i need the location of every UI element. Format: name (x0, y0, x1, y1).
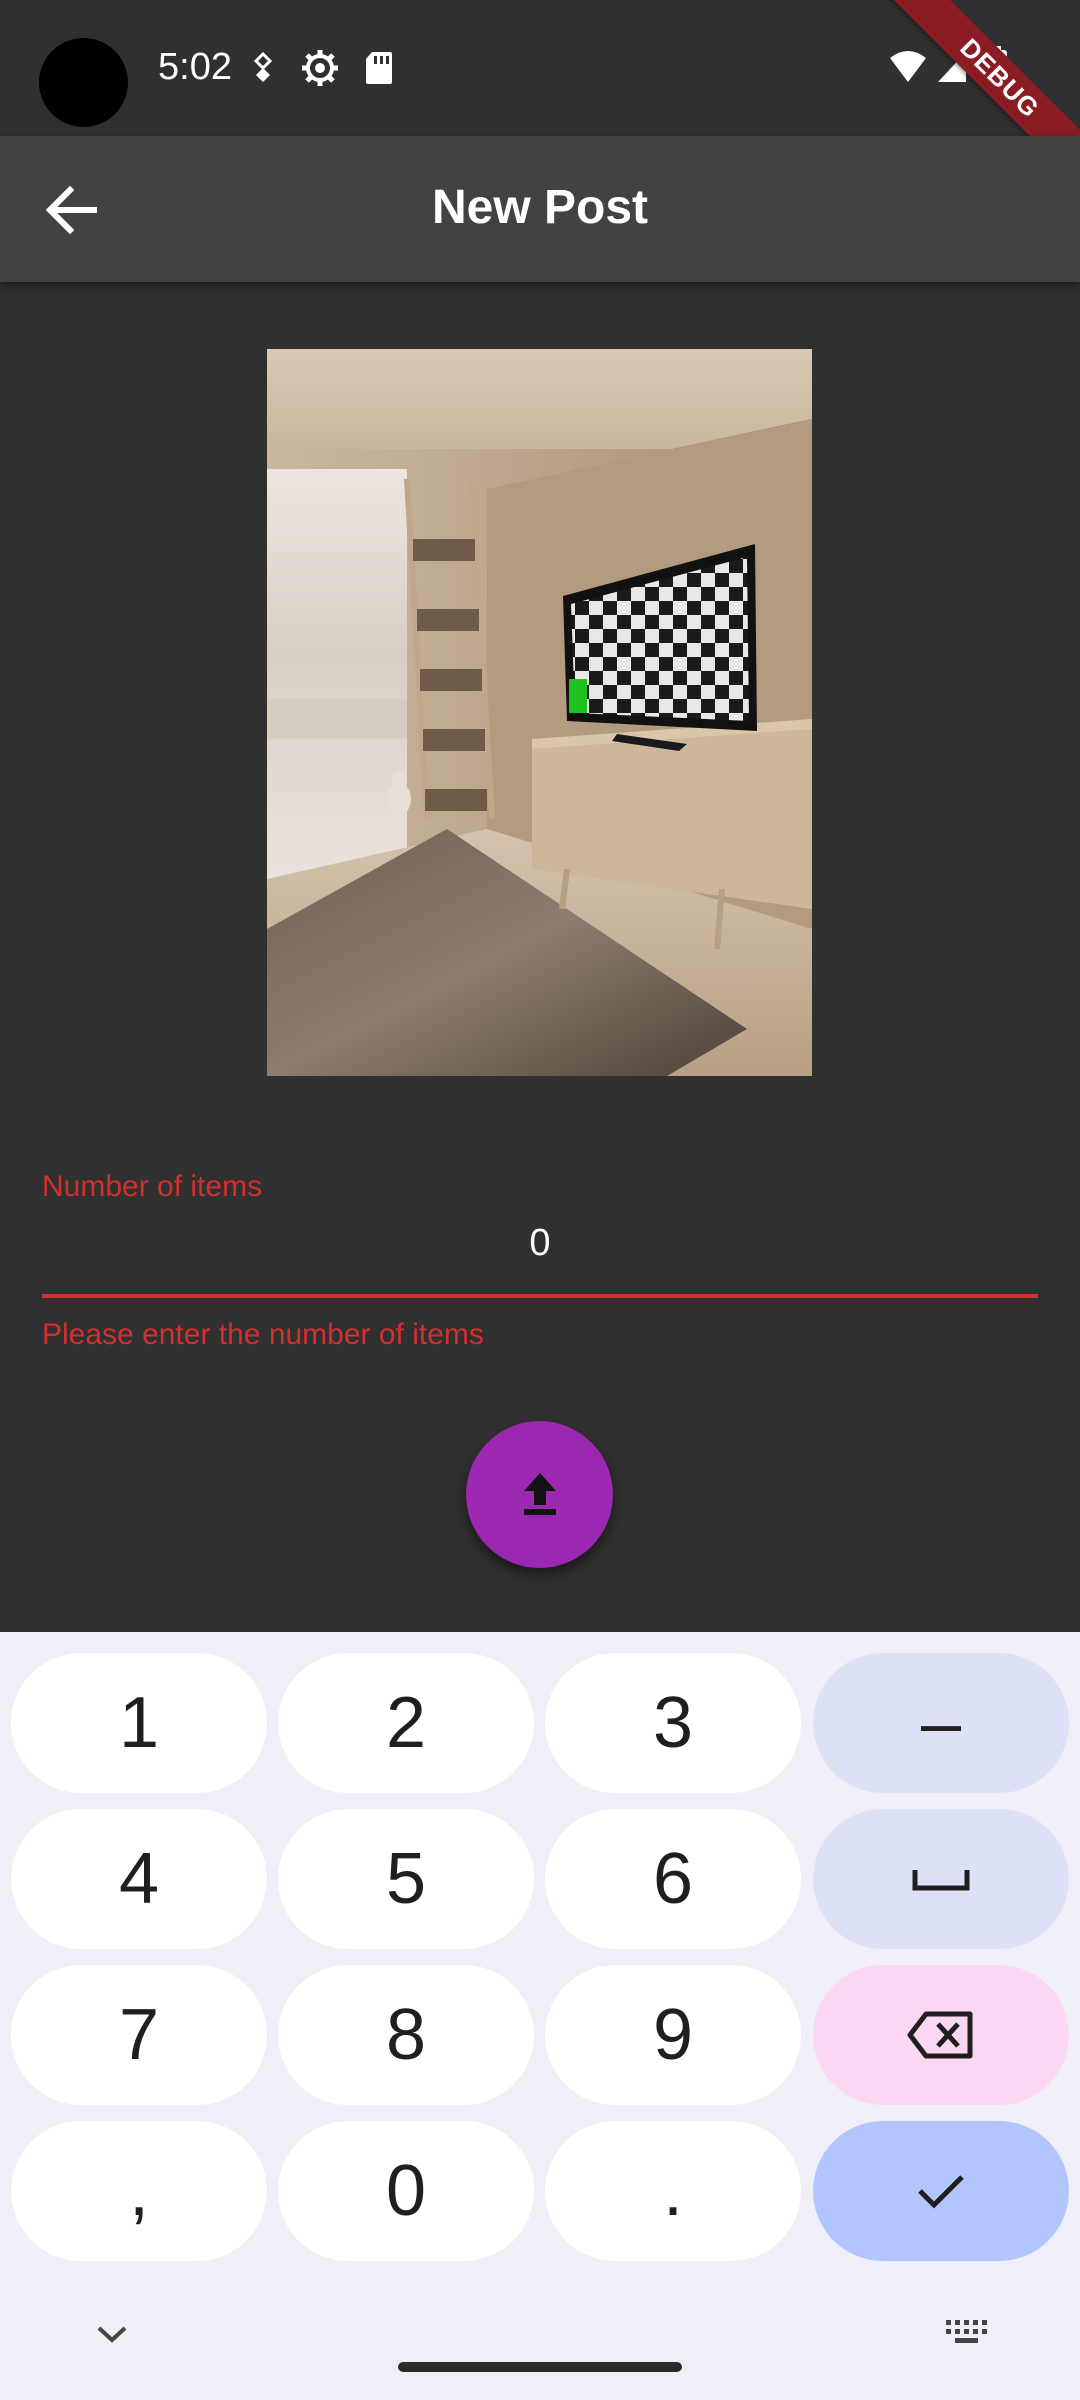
selected-photo (267, 349, 812, 1076)
number-of-items-label: Number of items (42, 1170, 263, 1203)
key-7[interactable]: 7 (11, 1965, 267, 2105)
key-6[interactable]: 6 (545, 1809, 801, 1949)
key-3[interactable]: 3 (545, 1653, 801, 1793)
page-title: New Post (431, 181, 649, 234)
key-4[interactable]: 4 (11, 1809, 267, 1949)
upload-icon (524, 1473, 556, 1515)
number-of-items-input[interactable]: 0 (42, 1208, 1038, 1278)
checkmark-icon (918, 2175, 964, 2209)
key-minus[interactable]: – (813, 1653, 1069, 1793)
key-space[interactable] (813, 1809, 1069, 1949)
upload-button[interactable] (466, 1421, 613, 1568)
settings-gear-icon (302, 50, 338, 86)
sd-card-icon (366, 52, 392, 84)
key-2[interactable]: 2 (278, 1653, 534, 1793)
key-9[interactable]: 9 (545, 1965, 801, 2105)
space-icon (912, 1870, 970, 1891)
key-done[interactable] (813, 2121, 1069, 2261)
key-0[interactable]: 0 (278, 2121, 534, 2261)
field-error-message: Please enter the number of items (42, 1318, 484, 1351)
keyboard-switch-icon[interactable] (946, 2320, 990, 2346)
home-indicator[interactable] (398, 2362, 682, 2372)
key-period[interactable]: . (545, 2121, 801, 2261)
status-time: 5:02 (158, 46, 232, 88)
app-bar: New Post (0, 136, 1080, 282)
wifi-icon (890, 51, 926, 82)
field-underline (42, 1294, 1038, 1298)
camera-cutout (39, 38, 128, 127)
accessibility-icon (253, 52, 273, 82)
key-1[interactable]: 1 (11, 1653, 267, 1793)
key-5[interactable]: 5 (278, 1809, 534, 1949)
key-backspace[interactable] (813, 1965, 1069, 2105)
backspace-icon (907, 2011, 973, 2059)
hide-keyboard-chevron-icon[interactable] (96, 2324, 128, 2344)
key-8[interactable]: 8 (278, 1965, 534, 2105)
numeric-keyboard: 1 2 3 – 4 5 6 7 8 9 , 0 . (0, 1632, 1080, 2400)
key-comma[interactable]: , (11, 2121, 267, 2261)
